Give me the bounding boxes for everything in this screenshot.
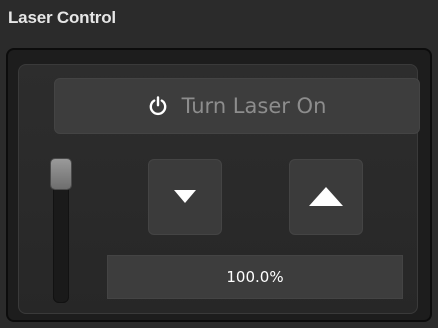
increase-power-button[interactable] [289,159,363,235]
power-slider-thumb[interactable] [51,159,71,189]
laser-control-inner-panel: Turn Laser On 100.0% [18,64,420,314]
triangle-down-icon [174,190,196,203]
laser-control-panel: Turn Laser On 100.0% [6,48,432,322]
power-icon [149,96,166,116]
power-slider-track[interactable] [53,181,69,303]
turn-laser-on-label: Turn Laser On [181,94,327,118]
power-readout: 100.0% [107,255,403,299]
triangle-up-icon [309,187,343,206]
turn-laser-on-button[interactable]: Turn Laser On [54,78,420,134]
panel-title: Laser Control [8,8,116,27]
decrease-power-button[interactable] [148,159,222,235]
power-readout-value: 100.0% [226,268,284,286]
